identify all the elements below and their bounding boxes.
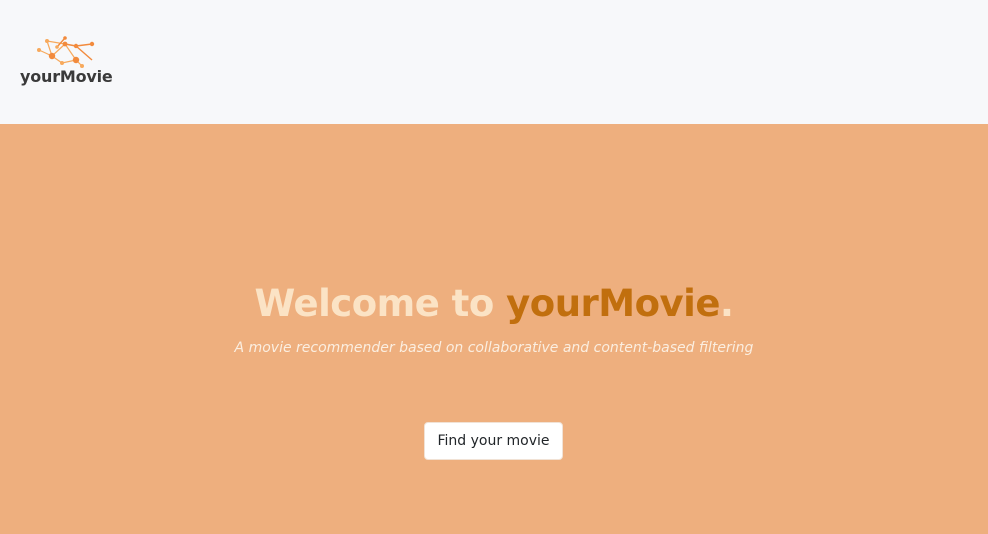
network-nodes-icon [37, 36, 95, 68]
hero-title-accent: yourMovie [506, 282, 720, 325]
navbar: yourMovie [0, 0, 988, 124]
hero-title-prefix: Welcome to [254, 282, 507, 325]
hero-section: Welcome to yourMovie. A movie recommende… [0, 124, 988, 534]
brand-link[interactable]: yourMovie [20, 34, 130, 90]
hero-title-suffix: . [719, 282, 734, 325]
hero-title: Welcome to yourMovie. [0, 280, 988, 328]
find-your-movie-button[interactable]: Find your movie [424, 422, 563, 460]
brand-name: yourMovie [20, 67, 113, 86]
hero-subtitle: A movie recommender based on collaborati… [234, 340, 754, 356]
